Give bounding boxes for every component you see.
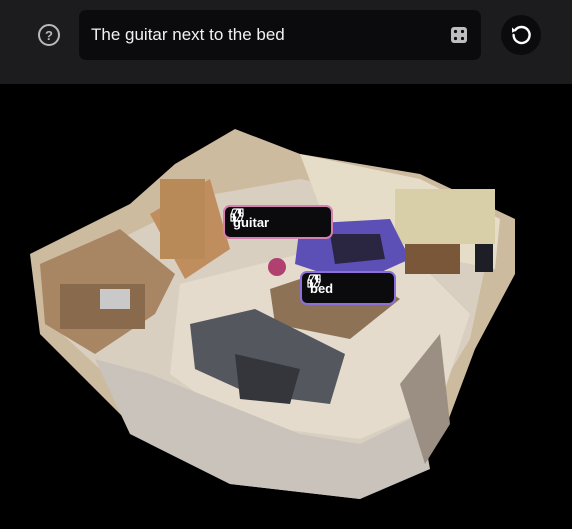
room-scan-render xyxy=(30,129,515,499)
bed-label[interactable]: bed xyxy=(300,271,396,305)
top-toolbar: ? The guitar next to the bed xyxy=(0,0,572,84)
3d-room-scene[interactable]: guitar bed xyxy=(0,84,572,529)
query-text[interactable]: The guitar next to the bed xyxy=(91,25,285,45)
thumbs-down-icon[interactable] xyxy=(306,273,322,289)
dice-icon[interactable] xyxy=(449,25,469,45)
help-question-icon[interactable]: ? xyxy=(38,24,60,46)
thumbs-down-icon[interactable] xyxy=(229,207,245,223)
query-input[interactable]: The guitar next to the bed xyxy=(79,10,481,60)
guitar-label[interactable]: guitar xyxy=(223,205,333,239)
reset-button[interactable] xyxy=(501,15,541,55)
reset-icon xyxy=(512,25,531,45)
